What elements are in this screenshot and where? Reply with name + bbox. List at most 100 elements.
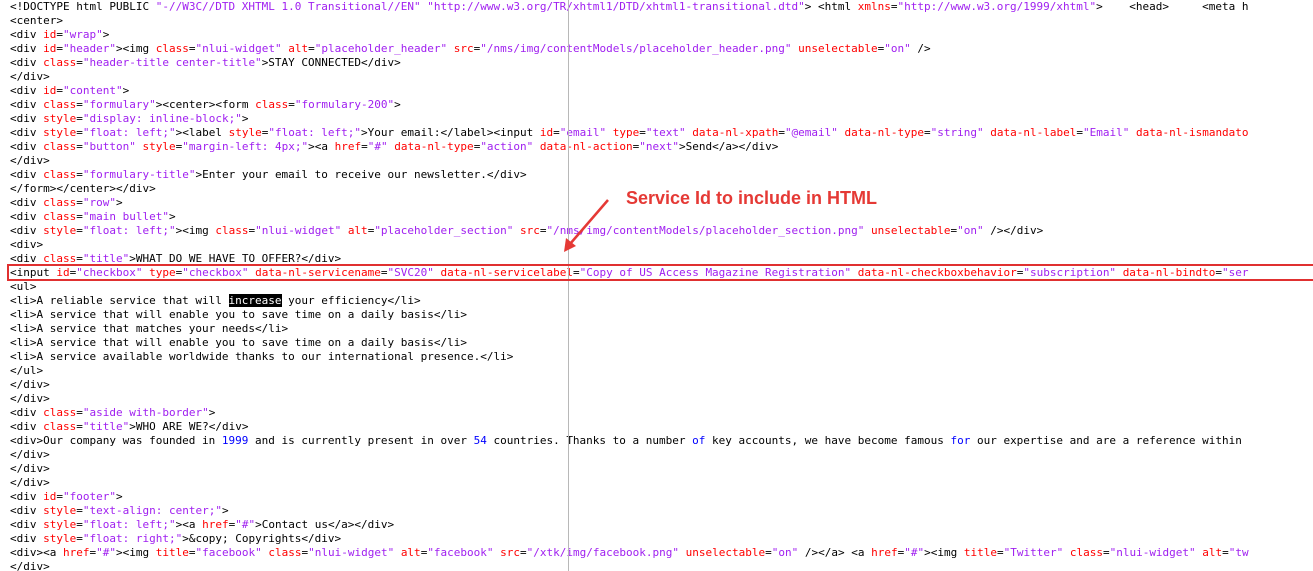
code-text: <div <box>10 490 44 503</box>
code-text: <div><a <box>10 546 63 559</box>
code-text: <div <box>10 56 44 69</box>
attribute-name: data-nl-xpath <box>692 126 779 139</box>
attribute-name: class <box>255 98 289 111</box>
attribute-name: src <box>453 42 474 55</box>
attribute-value: "text" <box>645 126 686 139</box>
attribute-name: class <box>43 168 77 181</box>
code-line: </form></center></div> <box>10 182 156 196</box>
code-text: > <box>208 406 216 419</box>
code-line: <div id="content"> <box>10 84 129 98</box>
attribute-value: "float: left;" <box>82 126 176 139</box>
code-line: </div> <box>10 378 50 392</box>
attribute-name: href <box>871 546 898 559</box>
code-line: <div id="footer"> <box>10 490 123 504</box>
attribute-name: src <box>500 546 521 559</box>
attribute-value: "placeholder_header" <box>314 42 448 55</box>
code-editor[interactable]: <!DOCTYPE html PUBLIC "-//W3C//DTD XHTML… <box>0 0 1313 571</box>
attribute-name: id <box>43 28 57 41</box>
code-text: > <box>241 112 249 125</box>
code-text: >Your email:</label><input <box>361 126 540 139</box>
code-text: = <box>765 546 772 559</box>
code-text: = <box>76 112 83 125</box>
code-line: <div class="main bullet"> <box>10 210 176 224</box>
code-text: > <box>394 98 401 111</box>
attribute-value: "#" <box>235 518 256 531</box>
code-line: <div>Our company was founded in 1999 and… <box>10 434 1242 448</box>
code-text: >Enter your email to receive our newslet… <box>195 168 527 181</box>
attribute-name: id <box>43 84 57 97</box>
code-text: </div> <box>10 448 50 461</box>
attribute-name: id <box>539 126 554 139</box>
code-text: >STAY CONNECTED</div> <box>261 56 401 69</box>
attribute-value: "nlui-widget" <box>195 42 282 55</box>
code-text: = <box>76 420 83 433</box>
attribute-value: "aside with-border" <box>82 406 209 419</box>
attribute-name: data-nl-ismandato <box>1135 126 1249 139</box>
number-token: for <box>950 434 971 447</box>
attribute-value: "facebook" <box>427 546 494 559</box>
number-token: 1999 <box>221 434 249 447</box>
code-text: </div> <box>10 560 50 571</box>
code-text: = <box>996 546 1004 559</box>
code-text: = <box>639 126 646 139</box>
code-text: </form></center></div> <box>10 182 156 195</box>
code-line: <div id="header"><img class="nlui-widget… <box>10 42 931 56</box>
attribute-value: "#" <box>96 546 116 559</box>
attribute-value: "nlui-widget" <box>255 224 342 237</box>
code-text: = <box>1076 126 1083 139</box>
code-text: and is currently present in over <box>248 434 474 447</box>
attribute-value: "formulary-200" <box>294 98 395 111</box>
number-token: 54 <box>473 434 487 447</box>
code-text: <div <box>10 406 44 419</box>
attribute-value: "footer" <box>63 490 116 503</box>
code-text: <div <box>10 84 44 97</box>
attribute-value: "email" <box>559 126 607 139</box>
code-text: > <html <box>804 0 858 13</box>
code-text: /> <box>910 42 931 55</box>
attribute-value: "next" <box>639 140 680 153</box>
code-text: <ul> <box>10 280 37 293</box>
code-text: = <box>76 98 83 111</box>
code-line: <div style="text-align: center;"> <box>10 504 229 518</box>
code-line: <li>A reliable service that will increas… <box>10 294 421 308</box>
code-text: > <box>102 28 110 41</box>
code-text: > <box>115 490 123 503</box>
code-line: <div style="float: left;"><a href="#">Co… <box>10 518 394 532</box>
code-text: </div> <box>10 378 50 391</box>
attribute-value: "string" <box>930 126 984 139</box>
column-guide-line <box>568 0 569 571</box>
code-text: ><img <box>115 42 156 55</box>
attribute-name: data-nl-type <box>394 140 474 153</box>
attribute-value: "float: left;" <box>82 224 176 237</box>
attribute-name: alt <box>400 546 421 559</box>
code-line: <div class="aside with-border"> <box>10 406 215 420</box>
code-text: >WHO ARE WE?</div> <box>129 420 249 433</box>
code-text: ><center><form <box>155 98 256 111</box>
code-line: <div class="row"> <box>10 196 123 210</box>
code-line: <div id="wrap"> <box>10 28 109 42</box>
attribute-name: data-nl-label <box>990 126 1077 139</box>
code-line: <center> <box>10 14 63 28</box>
code-text: = <box>778 126 785 139</box>
attribute-value: "header" <box>63 42 116 55</box>
attribute-value: "float: left;" <box>268 126 362 139</box>
code-line: </div> <box>10 154 50 168</box>
code-text: ><img <box>175 224 216 237</box>
attribute-name: class <box>43 406 77 419</box>
code-text: = <box>76 56 83 69</box>
code-text: your efficiency</li> <box>281 294 421 307</box>
code-text: <li>A reliable service that will <box>10 294 229 307</box>
attribute-name: id <box>43 490 57 503</box>
attribute-name: alt <box>1202 546 1223 559</box>
attribute-name: style <box>43 518 77 531</box>
code-text: > <box>221 504 229 517</box>
code-text: = <box>361 140 368 153</box>
attribute-value: "row" <box>82 196 116 209</box>
code-line: <!DOCTYPE html PUBLIC "-//W3C//DTD XHTML… <box>10 0 1248 14</box>
code-text: <div> <box>10 238 44 251</box>
